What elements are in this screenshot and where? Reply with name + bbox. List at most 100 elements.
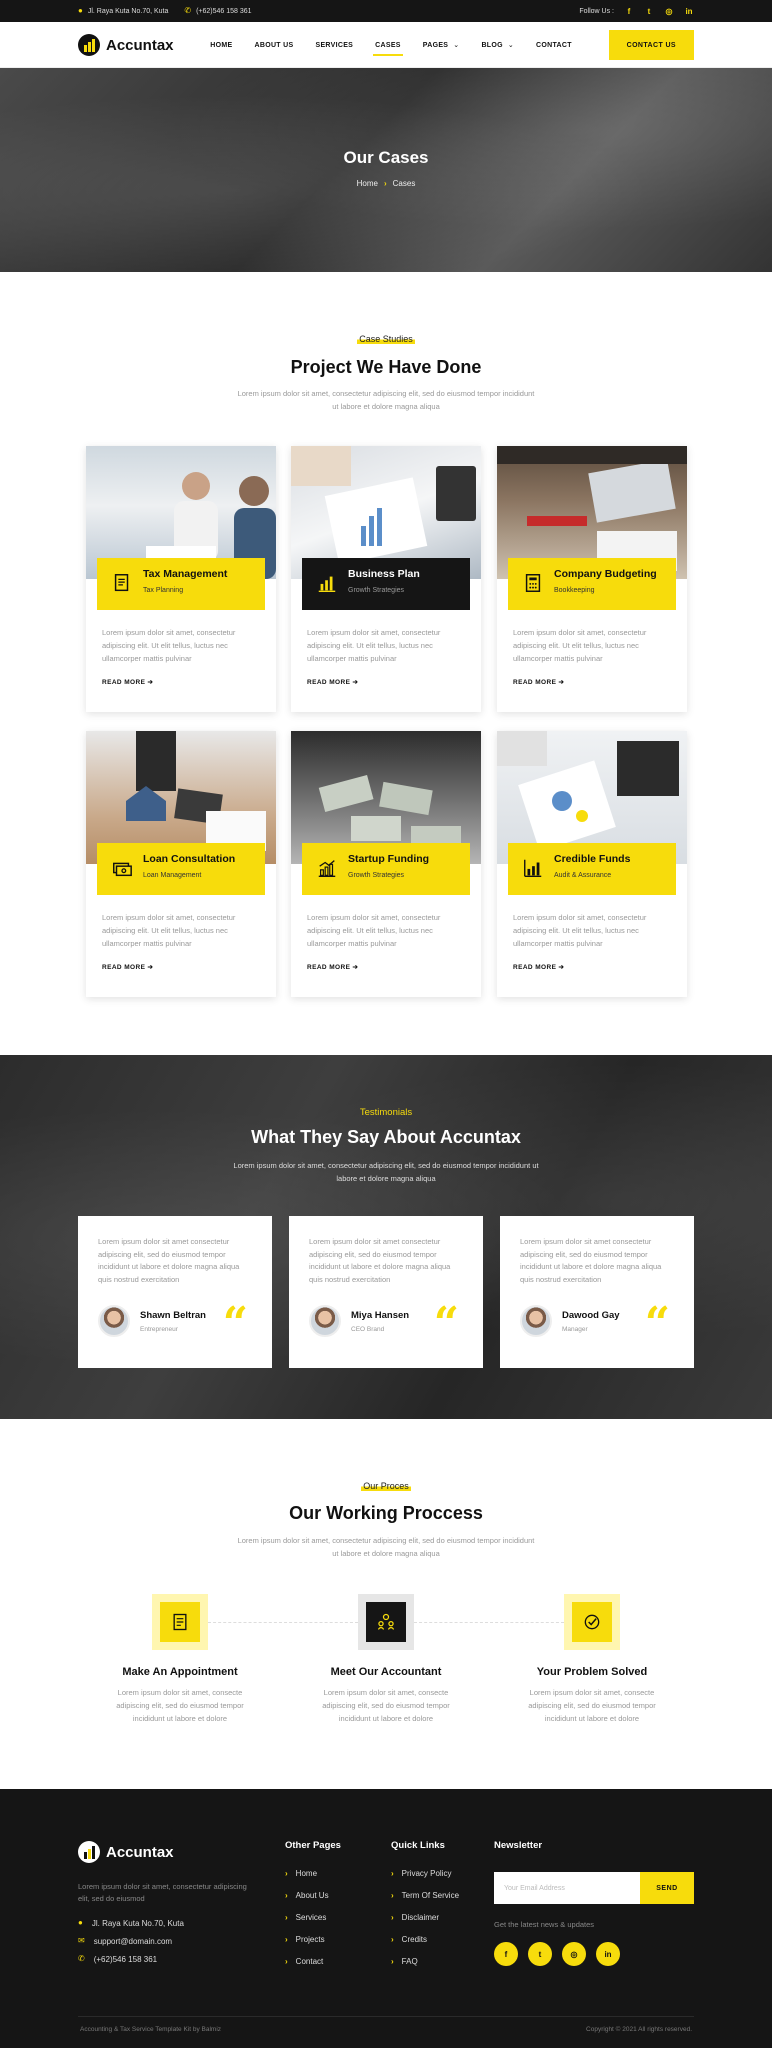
case-card[interactable]: Business Plan Growth Strategies Lorem ip… <box>291 446 481 712</box>
read-more-link[interactable]: READ MORE ➔ <box>102 963 153 971</box>
main-navbar: Accuntax HOME ABOUT US SERVICES CASES PA… <box>0 22 772 68</box>
money-icon <box>113 862 132 877</box>
case-text: Lorem ipsum dolor sit amet, consectetur … <box>513 913 647 948</box>
read-more-link[interactable]: READ MORE ➔ <box>307 678 358 686</box>
chevron-right-icon: › <box>285 1912 288 1922</box>
footer-newsletter: Newsletter <box>494 1840 543 1851</box>
instagram-icon[interactable]: ◎ <box>562 1942 586 1966</box>
footer-link[interactable]: › Home <box>285 1862 341 1884</box>
read-more-link[interactable]: READ MORE ➔ <box>307 963 358 971</box>
testimonial-name: Dawood Gay <box>562 1309 620 1321</box>
chevron-right-icon: › <box>285 1934 288 1944</box>
breadcrumb-current: Cases <box>392 179 416 188</box>
quote-icon: “ <box>222 1298 248 1349</box>
step-title: Make An Appointment <box>122 1666 238 1678</box>
nav-cases[interactable]: CASES <box>373 22 403 68</box>
twitter-icon[interactable]: t <box>528 1942 552 1966</box>
case-card[interactable]: Tax Management Tax Planning Lorem ipsum … <box>86 446 276 712</box>
page-title: Our Cases <box>343 148 429 167</box>
footer-link[interactable]: › About Us <box>285 1884 341 1906</box>
case-label: Company Budgeting Bookkeeping <box>508 558 676 610</box>
nav-blog[interactable]: BLOG ⌄ <box>481 22 514 68</box>
linkedin-icon[interactable]: in <box>596 1942 620 1966</box>
phone-icon: ✆ <box>78 1954 85 1963</box>
nav-about-us[interactable]: ABOUT US <box>255 22 294 68</box>
contact-us-button[interactable]: CONTACT US <box>608 30 694 60</box>
brand-logo[interactable]: Accuntax <box>78 34 174 56</box>
facebook-icon[interactable]: f <box>494 1942 518 1966</box>
nav-contact[interactable]: CONTACT <box>536 22 572 68</box>
case-label: Loan Consultation Loan Management <box>97 843 265 895</box>
top-bar: ● Jl. Raya Kuta No.70, Kuta ✆ (+62)546 158… <box>0 0 772 22</box>
footer-link[interactable]: › Contact <box>285 1950 341 1972</box>
footer-socials: f t ◎ in <box>494 1942 620 1966</box>
cases-tag: Case Studies <box>357 334 415 344</box>
read-more-link[interactable]: READ MORE ➔ <box>513 678 564 686</box>
testimonial-role: CEO Brand <box>351 1325 385 1333</box>
testimonial-name: Miya Hansen <box>351 1309 410 1321</box>
avatar <box>520 1305 552 1337</box>
nav-services[interactable]: SERVICES <box>315 22 353 68</box>
step-title: Your Problem Solved <box>536 1666 648 1678</box>
analytics-icon <box>524 859 542 877</box>
twitter-icon[interactable]: t <box>644 7 654 16</box>
phone-icon: ✆ <box>184 6 192 15</box>
quote-icon: “ <box>433 1298 459 1349</box>
testimonials-tag: Testimonials <box>359 1107 413 1118</box>
instagram-icon[interactable]: ◎ <box>664 7 674 16</box>
document-icon <box>114 574 129 592</box>
arrow-right-icon: ➔ <box>352 964 359 971</box>
step-text: Lorem ipsum dolor sit amet, consecte adi… <box>528 1688 656 1723</box>
footer-link[interactable]: › Services <box>285 1906 341 1928</box>
mail-icon: ✉ <box>78 1936 85 1945</box>
footer-link[interactable]: › Privacy Policy <box>391 1862 459 1884</box>
avatar <box>309 1305 341 1337</box>
case-text: Lorem ipsum dolor sit amet, consectetur … <box>513 628 647 663</box>
footer-link[interactable]: › Projects <box>285 1928 341 1950</box>
chevron-down-icon: ⌄ <box>507 42 515 49</box>
footer-link[interactable]: › Disclaimer <box>391 1906 459 1928</box>
logo-icon <box>78 34 100 56</box>
chevron-right-icon: › <box>391 1868 394 1878</box>
footer-brand: Accuntax <box>106 1843 174 1861</box>
newsletter-email-input[interactable]: Your Email Address <box>494 1872 640 1904</box>
topbar-phone[interactable]: ✆ (+62)546 158 361 <box>184 7 251 15</box>
chevron-right-icon: › <box>285 1956 288 1966</box>
process-tag: Our Proces <box>361 1481 411 1491</box>
breadcrumb-home[interactable]: Home <box>357 179 378 188</box>
linkedin-icon[interactable]: in <box>684 7 694 16</box>
step-title: Meet Our Accountant <box>330 1666 442 1678</box>
case-card[interactable]: Credible Funds Audit & Assurance Lorem i… <box>497 731 687 997</box>
case-label: Business Plan Growth Strategies <box>302 558 470 610</box>
footer-bottom: Accounting & Tax Service Template Kit by… <box>80 2026 692 2033</box>
testimonial-card: Lorem ipsum dolor sit amet consectetur a… <box>289 1216 483 1368</box>
testimonial-text: Lorem ipsum dolor sit amet consectetur a… <box>309 1237 451 1284</box>
footer-link[interactable]: › Term Of Service <box>391 1884 459 1906</box>
nav-pages[interactable]: PAGES ⌄ <box>423 22 460 68</box>
case-card[interactable]: Loan Consultation Loan Management Lorem … <box>86 731 276 997</box>
chevron-right-icon: › <box>285 1868 288 1878</box>
read-more-link[interactable]: READ MORE ➔ <box>102 678 153 686</box>
testimonial-name: Shawn Beltran <box>140 1309 206 1321</box>
footer-link[interactable]: › FAQ <box>391 1950 459 1972</box>
footer-logo[interactable]: Accuntax <box>78 1841 174 1863</box>
location-pin-icon: ● <box>78 1918 83 1927</box>
newsletter-note: Get the latest news & updates <box>494 1920 595 1929</box>
cases-title: Project We Have Done <box>290 357 482 377</box>
process-description: Lorem ipsum dolor sit amet, consectetur … <box>237 1536 535 1558</box>
case-card[interactable]: Company Budgeting Bookkeeping Lorem ipsu… <box>497 446 687 712</box>
process-title: Our Working Proccess <box>289 1503 483 1523</box>
nav-home[interactable]: HOME <box>210 22 232 68</box>
location-pin-icon: ● <box>78 6 83 15</box>
step-text: Lorem ipsum dolor sit amet, consecte adi… <box>322 1688 450 1723</box>
case-card[interactable]: Startup Funding Growth Strategies Lorem … <box>291 731 481 997</box>
case-text: Lorem ipsum dolor sit amet, consectetur … <box>307 913 441 948</box>
footer-link[interactable]: › Credits <box>391 1928 459 1950</box>
facebook-icon[interactable]: f <box>624 7 634 16</box>
appointment-icon <box>173 1613 187 1631</box>
read-more-link[interactable]: READ MORE ➔ <box>513 963 564 971</box>
newsletter-send-button[interactable]: SEND <box>640 1872 694 1904</box>
arrow-right-icon: ➔ <box>147 964 154 971</box>
footer-about: Lorem ipsum dolor sit amet, consectetur … <box>78 1882 247 1903</box>
chevron-down-icon: ⌄ <box>453 42 460 49</box>
